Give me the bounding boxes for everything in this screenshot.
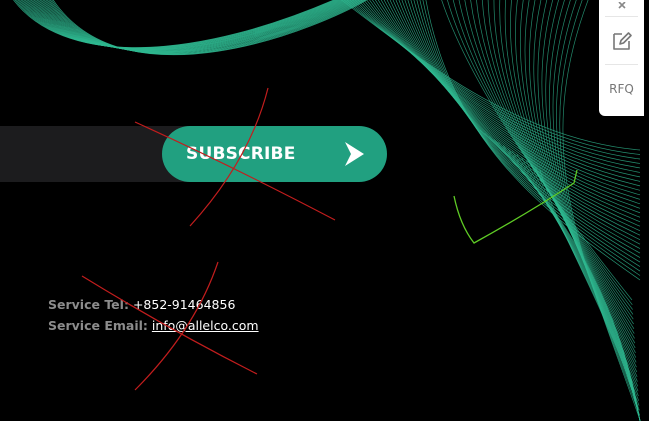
service-email-row: Service Email: info@allelco.com [48,315,259,336]
service-email-label: Service Email: [48,318,148,333]
wave-line [484,132,641,421]
side-rfq-item[interactable]: RFQ [599,78,644,100]
rfq-label: RFQ [609,82,634,96]
service-email-link[interactable]: info@allelco.com [152,318,259,333]
wave-line [525,160,641,421]
close-icon [617,2,626,9]
service-tel-value[interactable]: +852-91464856 [133,297,235,312]
contact-info: Service Tel: +852-91464856 Service Email… [48,294,259,336]
wave-line [360,0,641,182]
subscribe-button-label: SUBSCRIBE [186,144,296,164]
send-arrow-icon [345,142,364,166]
wave-line [516,154,641,421]
side-edit-item[interactable] [599,24,644,58]
subscribe-button[interactable]: SUBSCRIBE [162,126,387,182]
floating-side-panel: RFQ [599,0,644,116]
edit-note-icon [612,32,632,50]
side-close-item[interactable] [599,0,644,14]
service-tel-row: Service Tel: +852-91464856 [48,294,259,315]
footer-section: SUBSCRIBE Service Tel: +852-91464856 Ser… [0,0,649,421]
service-tel-label: Service Tel: [48,297,129,312]
decorative-wave-mesh [13,0,641,421]
